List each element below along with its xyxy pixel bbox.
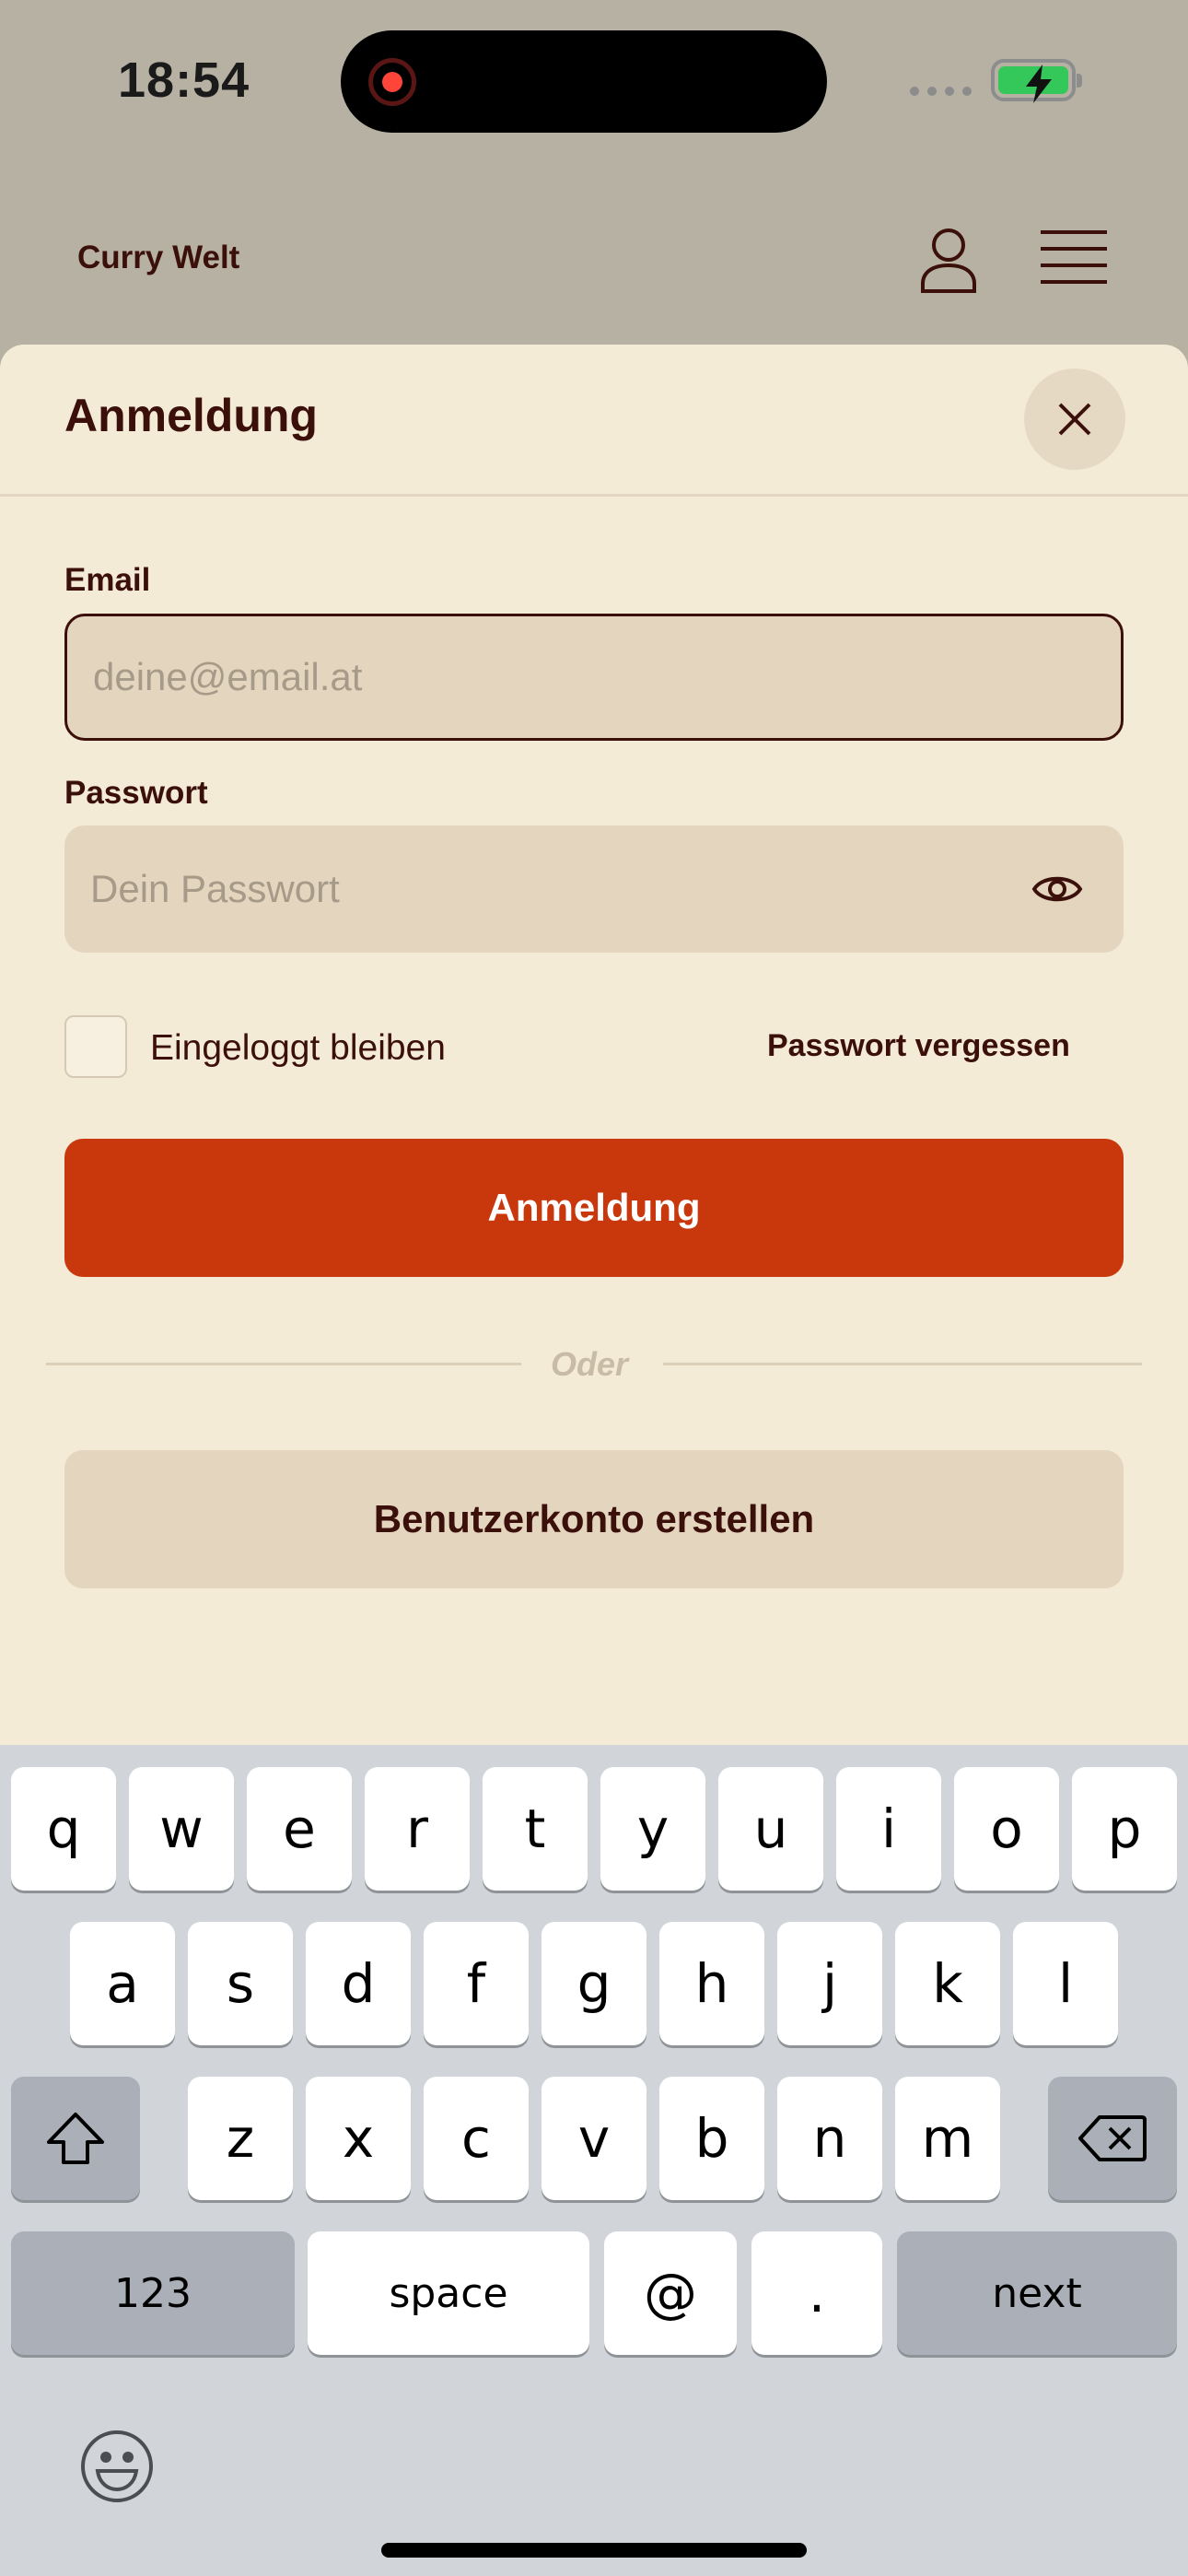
record-icon: [368, 58, 416, 106]
key-j[interactable]: j: [777, 1922, 882, 2045]
next-key[interactable]: next: [897, 2231, 1177, 2355]
status-time: 18:54: [118, 53, 250, 108]
battery-charging-icon: [991, 59, 1082, 103]
key-s[interactable]: s: [188, 1922, 293, 2045]
login-button[interactable]: Anmeldung: [64, 1139, 1124, 1277]
user-icon[interactable]: [914, 225, 984, 295]
key-k[interactable]: k: [895, 1922, 1000, 2045]
keyboard: q w e r t y u i o p a s d f g h j k l z …: [0, 1745, 1188, 2576]
key-f[interactable]: f: [424, 1922, 529, 2045]
forgot-password-link[interactable]: Passwort vergessen: [767, 1028, 1070, 1064]
email-field-container[interactable]: [64, 614, 1124, 741]
menu-icon[interactable]: [1037, 228, 1111, 289]
login-sheet: Anmeldung Email Passwort Eingeloggt blei…: [0, 345, 1188, 1745]
emoji-icon[interactable]: [79, 2429, 155, 2504]
key-i[interactable]: i: [836, 1767, 941, 1891]
dot-key[interactable]: .: [751, 2231, 882, 2355]
key-t[interactable]: t: [483, 1767, 588, 1891]
key-h[interactable]: h: [659, 1922, 764, 2045]
key-g[interactable]: g: [542, 1922, 646, 2045]
key-p[interactable]: p: [1072, 1767, 1177, 1891]
key-x[interactable]: x: [306, 2077, 411, 2200]
key-b[interactable]: b: [659, 2077, 764, 2200]
key-n[interactable]: n: [777, 2077, 882, 2200]
home-indicator: [381, 2543, 807, 2558]
key-u[interactable]: u: [718, 1767, 823, 1891]
signal-icon: [910, 87, 972, 96]
password-label: Passwort: [64, 775, 208, 811]
key-d[interactable]: d: [306, 1922, 411, 2045]
space-key[interactable]: space: [308, 2231, 589, 2355]
key-c[interactable]: c: [424, 2077, 529, 2200]
sheet-title: Anmeldung: [64, 390, 318, 441]
key-a[interactable]: a: [70, 1922, 175, 2045]
remember-checkbox[interactable]: [64, 1015, 127, 1078]
divider-line-left: [46, 1363, 521, 1365]
brand-name[interactable]: Curry Welt: [77, 240, 239, 276]
key-y[interactable]: y: [600, 1767, 705, 1891]
numbers-key[interactable]: 123: [11, 2231, 295, 2355]
divider-line-right: [663, 1363, 1142, 1365]
divider-label: Oder: [551, 1345, 629, 1383]
email-field[interactable]: [93, 616, 1014, 738]
close-button[interactable]: [1024, 369, 1125, 470]
key-q[interactable]: q: [11, 1767, 116, 1891]
key-o[interactable]: o: [954, 1767, 1059, 1891]
at-key[interactable]: @: [604, 2231, 737, 2355]
dynamic-island: [341, 30, 827, 133]
header-divider: [0, 494, 1188, 497]
key-v[interactable]: v: [542, 2077, 646, 2200]
backspace-key[interactable]: [1048, 2077, 1177, 2200]
create-account-button[interactable]: Benutzerkonto erstellen: [64, 1450, 1124, 1588]
shift-icon: [47, 2113, 104, 2164]
remember-label[interactable]: Eingeloggt bleiben: [150, 1028, 446, 1069]
key-z[interactable]: z: [188, 2077, 293, 2200]
close-icon: [1058, 403, 1091, 436]
key-m[interactable]: m: [895, 2077, 1000, 2200]
password-field-container[interactable]: [64, 825, 1124, 953]
password-field[interactable]: [90, 825, 1011, 953]
app-header: Curry Welt: [0, 166, 1188, 345]
eye-icon[interactable]: [1031, 868, 1083, 910]
email-label: Email: [64, 562, 151, 598]
key-w[interactable]: w: [129, 1767, 234, 1891]
status-bar: 18:54: [0, 0, 1188, 166]
key-l[interactable]: l: [1013, 1922, 1118, 2045]
backspace-icon: [1078, 2115, 1147, 2161]
shift-key[interactable]: [11, 2077, 140, 2200]
key-r[interactable]: r: [365, 1767, 470, 1891]
key-e[interactable]: e: [247, 1767, 352, 1891]
